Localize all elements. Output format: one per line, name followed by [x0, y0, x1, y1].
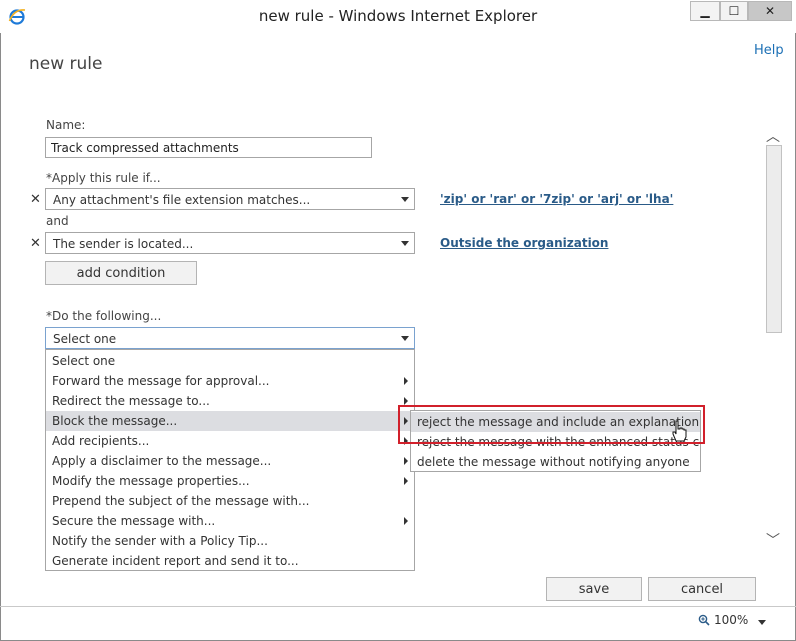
cancel-button[interactable]: cancel	[648, 577, 756, 601]
page-title: new rule	[29, 54, 103, 74]
chevron-right-icon	[404, 377, 408, 385]
maximize-icon: ☐	[728, 4, 740, 18]
remove-condition-2-icon[interactable]: ✕	[30, 236, 41, 251]
dropdown-item-label: Generate incident report and send it to.…	[52, 554, 299, 568]
condition-2-link[interactable]: Outside the organization	[440, 236, 608, 250]
submenu-item-label: delete the message without notifying any…	[417, 455, 690, 469]
chevron-right-icon	[404, 397, 408, 405]
highlight-box	[398, 405, 705, 444]
dropdown-item-incident-report[interactable]: Generate incident report and send it to.…	[46, 551, 414, 571]
dropdown-item-secure[interactable]: Secure the message with...	[46, 511, 414, 531]
dropdown-item-label: Secure the message with...	[52, 514, 216, 528]
dropdown-item-label: Apply a disclaimer to the message...	[52, 454, 272, 468]
dropdown-item-forward[interactable]: Forward the message for approval...	[46, 371, 414, 391]
save-button[interactable]: save	[546, 577, 642, 601]
dropdown-item-add-recipients[interactable]: Add recipients...	[46, 431, 414, 451]
action-dropdown-list: Select one Forward the message for appro…	[45, 349, 415, 571]
action-select[interactable]: Select one	[45, 327, 415, 349]
dropdown-item-redirect[interactable]: Redirect the message to...	[46, 391, 414, 411]
window-title: new rule - Windows Internet Explorer	[258, 7, 538, 25]
zoom-icon	[698, 614, 710, 626]
name-input[interactable]	[45, 137, 372, 158]
dropdown-item-modify-properties[interactable]: Modify the message properties...	[46, 471, 414, 491]
zoom-control[interactable]: 100%	[698, 613, 748, 627]
apply-rule-label: *Apply this rule if...	[46, 171, 161, 185]
dropdown-item-label: Forward the message for approval...	[52, 374, 270, 388]
zoom-dropdown-icon[interactable]	[758, 620, 766, 625]
scroll-up-icon[interactable]: ︿	[766, 126, 780, 146]
remove-condition-1-icon[interactable]: ✕	[30, 192, 41, 207]
minimize-button[interactable]: ▁	[690, 1, 720, 21]
close-icon: ✕	[764, 4, 776, 18]
dropdown-item-label: Select one	[52, 354, 116, 368]
chevron-right-icon	[404, 477, 408, 485]
and-label: and	[46, 214, 69, 228]
condition-1-value: Any attachment's file extension matches.…	[53, 193, 311, 207]
dropdown-item-disclaimer[interactable]: Apply a disclaimer to the message...	[46, 451, 414, 471]
minimize-icon: ▁	[700, 4, 710, 18]
dropdown-item-notify-sender[interactable]: Notify the sender with a Policy Tip...	[46, 531, 414, 551]
close-button[interactable]: ✕	[748, 1, 792, 21]
scroll-down-icon[interactable]: ﹀	[766, 530, 780, 550]
scrollbar-thumb[interactable]	[766, 145, 782, 333]
add-condition-button[interactable]: add condition	[45, 261, 197, 285]
chevron-right-icon	[404, 457, 408, 465]
zoom-level: 100%	[714, 613, 749, 627]
condition-2-select[interactable]: The sender is located...	[45, 232, 415, 254]
submenu-item-delete-silently[interactable]: delete the message without notifying any…	[411, 452, 700, 472]
status-bar-divider	[0, 606, 796, 607]
chevron-right-icon	[404, 517, 408, 525]
dropdown-item-label: Add recipients...	[52, 434, 150, 448]
chevron-down-icon	[401, 336, 409, 341]
dropdown-item-label: Redirect the message to...	[52, 394, 210, 408]
chevron-down-icon	[401, 241, 409, 246]
name-label: Name:	[46, 118, 86, 132]
action-select-value: Select one	[53, 332, 117, 346]
do-following-label: *Do the following...	[46, 309, 162, 323]
dropdown-item-label: Prepend the subject of the message with.…	[52, 494, 310, 508]
dropdown-item-label: Notify the sender with a Policy Tip...	[52, 534, 268, 548]
dropdown-item-label: Modify the message properties...	[52, 474, 250, 488]
chevron-down-icon	[401, 197, 409, 202]
dropdown-item-label: Block the message...	[52, 414, 178, 428]
condition-1-select[interactable]: Any attachment's file extension matches.…	[45, 188, 415, 210]
condition-1-link[interactable]: 'zip' or 'rar' or '7zip' or 'arj' or 'lh…	[440, 192, 673, 206]
dropdown-item-block[interactable]: Block the message...	[46, 411, 414, 431]
help-link[interactable]: Help	[754, 43, 784, 58]
dropdown-item-prepend-subject[interactable]: Prepend the subject of the message with.…	[46, 491, 414, 511]
hand-pointer-icon	[672, 420, 687, 442]
maximize-button[interactable]: ☐	[720, 1, 748, 21]
dropdown-item-select-one[interactable]: Select one	[46, 351, 414, 371]
condition-2-value: The sender is located...	[53, 237, 194, 251]
